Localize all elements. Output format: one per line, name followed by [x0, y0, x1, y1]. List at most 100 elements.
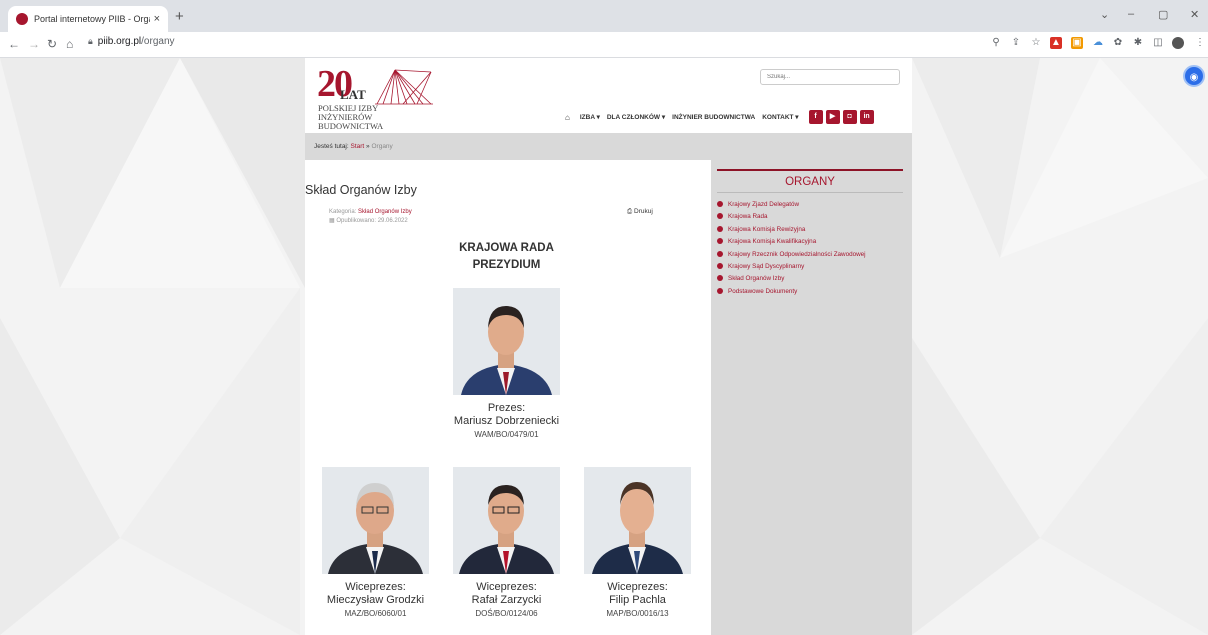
- zoom-icon[interactable]: ⚲: [990, 37, 1002, 49]
- sidebar-item-label: Podstawowe Dokumenty: [728, 287, 798, 295]
- site-logo[interactable]: 20 LAT POLSKIEJ IZBY INŻYNIERÓW BUDOWNIC…: [313, 63, 438, 131]
- lock-icon: 🔒︎: [88, 36, 93, 46]
- section-title-line-1: KRAJOWA RADA: [459, 242, 554, 254]
- new-tab-button[interactable]: +: [175, 8, 184, 25]
- breadcrumb-separator: »: [366, 143, 370, 150]
- instagram-icon[interactable]: ◘: [842, 110, 857, 124]
- breadcrumb-current: Organy: [371, 143, 393, 150]
- forward-icon[interactable]: →: [28, 37, 40, 51]
- sidebar-item-label: Krajowy Rzecznik Odpowiedzialności Zawod…: [728, 250, 866, 258]
- arrow-circle-icon: [717, 201, 723, 207]
- extensions-puzzle-icon[interactable]: ✱: [1132, 37, 1144, 49]
- member-number: MAZ/BO/6060/01: [344, 609, 407, 618]
- member-number: WAM/BO/0479/01: [474, 430, 539, 439]
- arrow-circle-icon: [717, 287, 723, 294]
- member-card: Prezes: Mariusz Dobrzeniecki WAM/BO/0479…: [444, 288, 569, 439]
- nav-item-izba[interactable]: IZBA ▾: [580, 113, 600, 121]
- member-role: Prezes:: [487, 402, 526, 414]
- url-domain: piib.org.pl: [97, 36, 142, 47]
- browser-tab[interactable]: Portal internetowy PIIB - Organy ×: [8, 6, 168, 32]
- logo-line-2: INŻYNIERÓW BUDOWNICTWA: [318, 112, 384, 131]
- category-label: Kategoria:: [329, 209, 357, 215]
- bookmark-star-icon[interactable]: ☆: [1030, 37, 1042, 49]
- member-photo: [453, 288, 560, 395]
- sidebar-item-komisja-rewizyjna[interactable]: Krajowa Komisja Rewizyjna: [717, 225, 903, 238]
- share-icon[interactable]: ⇪: [1010, 37, 1022, 49]
- portrait-image: [453, 288, 560, 395]
- gear-extension-icon[interactable]: ✿: [1112, 37, 1124, 49]
- search-input[interactable]: [760, 69, 900, 85]
- sidebar-item-sad-dyscyplinarny[interactable]: Krajowy Sąd Dyscyplinarny: [717, 262, 903, 275]
- portrait-image: [453, 467, 560, 574]
- tab-search-icon[interactable]: ⌄: [1100, 8, 1109, 21]
- sidebar-item-krajowy-zjazd[interactable]: Krajowy Zjazd Delegatów: [717, 201, 903, 213]
- home-nav-icon[interactable]: ⌂: [565, 113, 570, 122]
- arrow-circle-icon: [717, 238, 723, 245]
- nav-item-kontakt[interactable]: KONTAKT ▾: [762, 113, 798, 121]
- print-label: Drukuj: [634, 208, 653, 215]
- sidebar-item-rzecznik[interactable]: Krajowy Rzecznik Odpowiedzialności Zawod…: [717, 250, 903, 263]
- youtube-icon[interactable]: ▶: [825, 110, 840, 124]
- tab-close-icon[interactable]: ×: [154, 13, 160, 25]
- nav-item-dla-czlonkow[interactable]: DLA CZŁONKÓW ▾: [607, 113, 665, 121]
- member-number: MAP/BO/0016/13: [606, 609, 669, 618]
- nav-item-izba-label: IZBA: [579, 114, 595, 121]
- member-card: Wiceprezes: Mieczysław Grodzki MAZ/BO/60…: [313, 467, 438, 618]
- sidebar-item-sklad-organow[interactable]: Skład Organów Izby: [717, 275, 903, 287]
- extension-icon[interactable]: ▣: [1071, 37, 1083, 49]
- page-title: Skład Organów Izby: [305, 183, 417, 197]
- arrow-circle-icon: [717, 275, 723, 282]
- sidebar-item-label: Krajowa Komisja Rewizyjna: [728, 225, 806, 233]
- pdf-extension-icon[interactable]: ▲: [1050, 37, 1062, 49]
- breadcrumb: Jesteś tutaj: Start » Organy: [305, 133, 912, 160]
- minimize-icon[interactable]: –: [1128, 8, 1134, 20]
- sidebar: ORGANY Krajowy Zjazd Delegatów Krajowa R…: [711, 160, 912, 635]
- reload-icon[interactable]: ↻: [47, 37, 57, 51]
- linkedin-icon[interactable]: in: [859, 110, 874, 124]
- sidebar-item-label: Krajowy Sąd Dyscyplinarny: [728, 262, 805, 270]
- sidebar-item-label: Krajowa Komisja Kwalifikacyjna: [728, 238, 817, 246]
- published-date: Opublikowano: 29.06.2022: [336, 218, 408, 224]
- member-photo: [453, 467, 560, 574]
- site-favicon-icon: [16, 13, 28, 25]
- section-title: KRAJOWA RADA PREZYDIUM: [425, 240, 588, 274]
- main-nav: ⌂ IZBA ▾ DLA CZŁONKÓW ▾ INŻYNIER BUDOWNI…: [565, 110, 874, 124]
- logo-text: POLSKIEJ IZBY INŻYNIERÓW BUDOWNICTWA: [318, 104, 438, 131]
- cloud-extension-icon[interactable]: ☁: [1092, 37, 1104, 49]
- back-icon[interactable]: ←: [8, 37, 20, 51]
- tab-title: Portal internetowy PIIB - Organy: [34, 14, 150, 24]
- member-name: Filip Pachla: [609, 594, 666, 606]
- close-window-icon[interactable]: ✕: [1190, 8, 1199, 21]
- arrow-circle-icon: [717, 262, 723, 269]
- nav-item-inzynier-budownictwa[interactable]: INŻYNIER BUDOWNICTWA: [672, 114, 755, 121]
- home-icon[interactable]: ⌂: [66, 37, 73, 51]
- member-role: Wiceprezes:: [607, 581, 668, 593]
- print-button[interactable]: ⎙ Drukuj: [627, 208, 653, 216]
- browser-tab-bar: Portal internetowy PIIB - Organy × + ⌄ –…: [0, 0, 1208, 32]
- portrait-image: [322, 467, 429, 574]
- maximize-icon[interactable]: ▢: [1158, 8, 1168, 21]
- logo-bridge-icon: [375, 69, 433, 105]
- sidebar-item-krajowa-rada[interactable]: Krajowa Rada: [717, 213, 903, 225]
- section-title-line-2: PREZYDIUM: [472, 259, 541, 271]
- sidebar-item-komisja-kwalifikacyjna[interactable]: Krajowa Komisja Kwalifikacyjna: [717, 238, 903, 250]
- member-role: Wiceprezes:: [476, 581, 537, 593]
- accessibility-eye-icon[interactable]: ◉: [1183, 65, 1205, 87]
- menu-kebab-icon[interactable]: ⋮: [1194, 37, 1206, 49]
- member-number: DOŚ/BO/0124/06: [475, 609, 538, 618]
- logo-lat: LAT: [340, 87, 366, 102]
- sidebar-list: Krajowy Zjazd Delegatów Krajowa Rada Kra…: [717, 201, 903, 300]
- side-panel-icon[interactable]: ◫: [1152, 37, 1164, 49]
- member-name: Mieczysław Grodzki: [326, 594, 425, 606]
- profile-avatar-icon[interactable]: [1172, 37, 1184, 49]
- category-link[interactable]: Skład Organów Izby: [358, 209, 412, 215]
- sidebar-item-podstawowe-dokumenty[interactable]: Podstawowe Dokumenty: [717, 287, 903, 300]
- facebook-icon[interactable]: f: [808, 110, 823, 124]
- page-viewport: 20 LAT POLSKIEJ IZBY INŻYNIERÓW BUDOWNIC…: [0, 58, 1208, 635]
- nav-item-dla-czlonkow-label: DLA CZŁONKÓW: [606, 114, 661, 121]
- url-field[interactable]: 🔒︎ piib.org.pl/organy: [88, 36, 175, 47]
- sidebar-item-label: Skład Organów Izby: [728, 275, 785, 283]
- breadcrumb-start-link[interactable]: Start: [351, 143, 365, 150]
- address-bar: ← → ↻ ⌂ 🔒︎ piib.org.pl/organy ⚲ ⇪ ☆ ▲ ▣ ☁…: [0, 32, 1208, 58]
- member-name: Mariusz Dobrzeniecki: [453, 415, 560, 427]
